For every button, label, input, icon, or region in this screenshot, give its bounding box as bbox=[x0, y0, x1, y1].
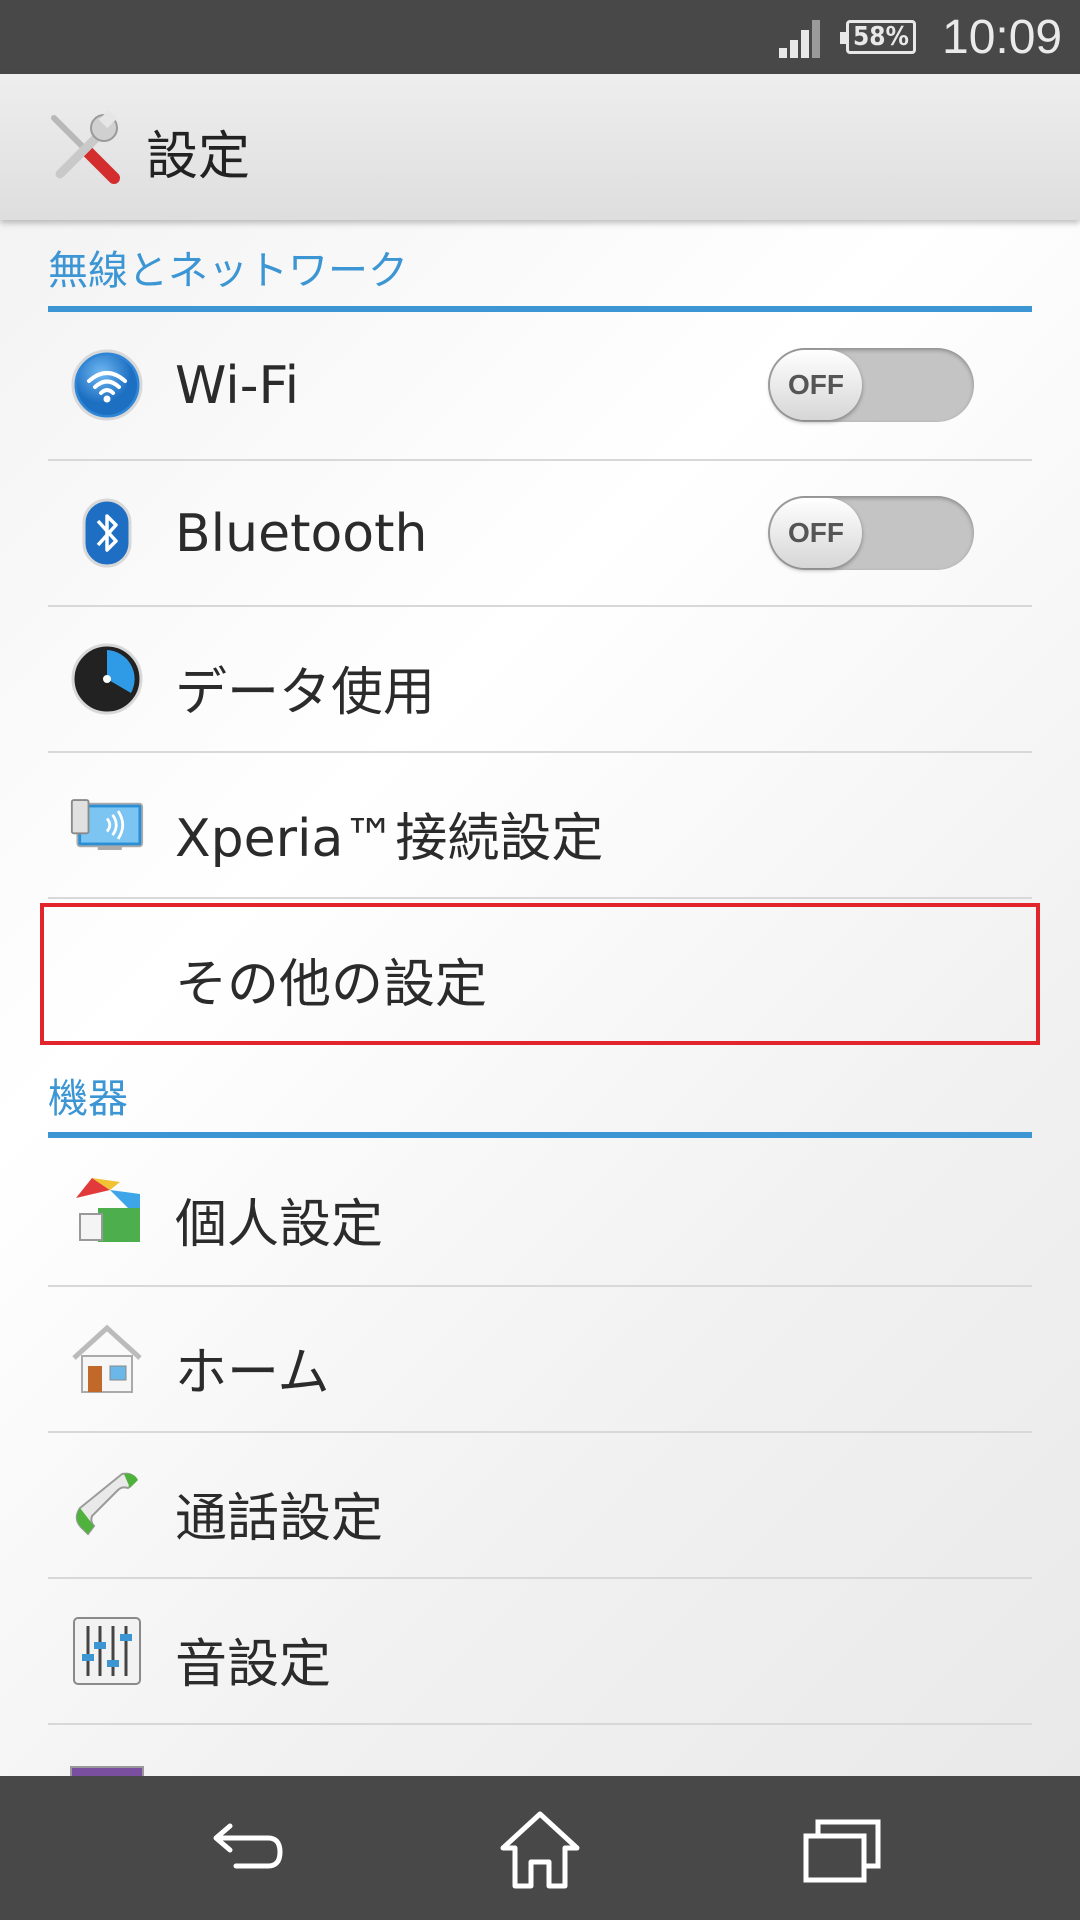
battery-level: 58% bbox=[853, 22, 909, 52]
settings-item-wifi[interactable]: Wi-Fi OFF bbox=[48, 312, 1032, 458]
clock: 10:09 bbox=[942, 11, 1063, 64]
settings-item-label: Xperia™接続設定 bbox=[175, 809, 604, 869]
highlight-box bbox=[40, 903, 1040, 1045]
home-icon[interactable] bbox=[495, 1804, 585, 1894]
display-icon bbox=[70, 1766, 144, 1776]
settings-item-home[interactable]: ホーム bbox=[48, 1286, 1032, 1432]
wifi-toggle[interactable]: OFF bbox=[768, 348, 974, 422]
toggle-knob: OFF bbox=[770, 498, 862, 568]
settings-item-label: Wi-Fi bbox=[175, 356, 300, 416]
settings-item-bluetooth[interactable]: Bluetooth OFF bbox=[48, 460, 1032, 606]
settings-item-label: 音設定 bbox=[175, 1635, 332, 1695]
settings-item-label: データ使用 bbox=[175, 663, 436, 723]
bluetooth-toggle[interactable]: OFF bbox=[768, 496, 974, 570]
settings-item-label: 個人設定 bbox=[175, 1195, 384, 1255]
phone-handset-icon bbox=[75, 1472, 138, 1536]
settings-tools-icon bbox=[51, 109, 120, 184]
settings-item-partial[interactable] bbox=[48, 1724, 1032, 1776]
settings-item-personalization[interactable]: 個人設定 bbox=[48, 1138, 1032, 1284]
settings-item-xperia-connectivity[interactable]: Xperia™接続設定 bbox=[48, 752, 1032, 898]
page-title: 設定 bbox=[146, 127, 251, 187]
recent-apps-icon[interactable] bbox=[796, 1804, 886, 1894]
data-usage-icon bbox=[71, 643, 143, 715]
section-header-wireless: 無線とネットワーク bbox=[48, 248, 408, 294]
settings-item-data-usage[interactable]: データ使用 bbox=[48, 606, 1032, 752]
home-house-icon bbox=[72, 1324, 142, 1393]
section-header-device: 機器 bbox=[48, 1076, 128, 1122]
personalization-icon bbox=[76, 1178, 140, 1242]
battery-icon: 58% bbox=[840, 20, 916, 54]
settings-item-label: 通話設定 bbox=[175, 1489, 384, 1549]
settings-item-call[interactable]: 通話設定 bbox=[48, 1432, 1032, 1578]
bluetooth-icon bbox=[82, 498, 132, 568]
back-icon[interactable] bbox=[198, 1804, 288, 1894]
navigation-bar bbox=[0, 1776, 1080, 1920]
settings-item-sound[interactable]: 音設定 bbox=[48, 1578, 1032, 1724]
status-bar: 58% 10:09 bbox=[0, 0, 1080, 74]
action-bar: 設定 bbox=[0, 74, 1080, 220]
signal-icon bbox=[779, 20, 820, 58]
settings-item-label: ホーム bbox=[175, 1343, 330, 1403]
settings-item-label: Bluetooth bbox=[175, 504, 428, 564]
wifi-icon bbox=[71, 349, 143, 421]
xperia-connectivity-icon bbox=[70, 799, 144, 850]
sound-equalizer-icon bbox=[73, 1617, 141, 1685]
toggle-knob: OFF bbox=[770, 350, 862, 420]
